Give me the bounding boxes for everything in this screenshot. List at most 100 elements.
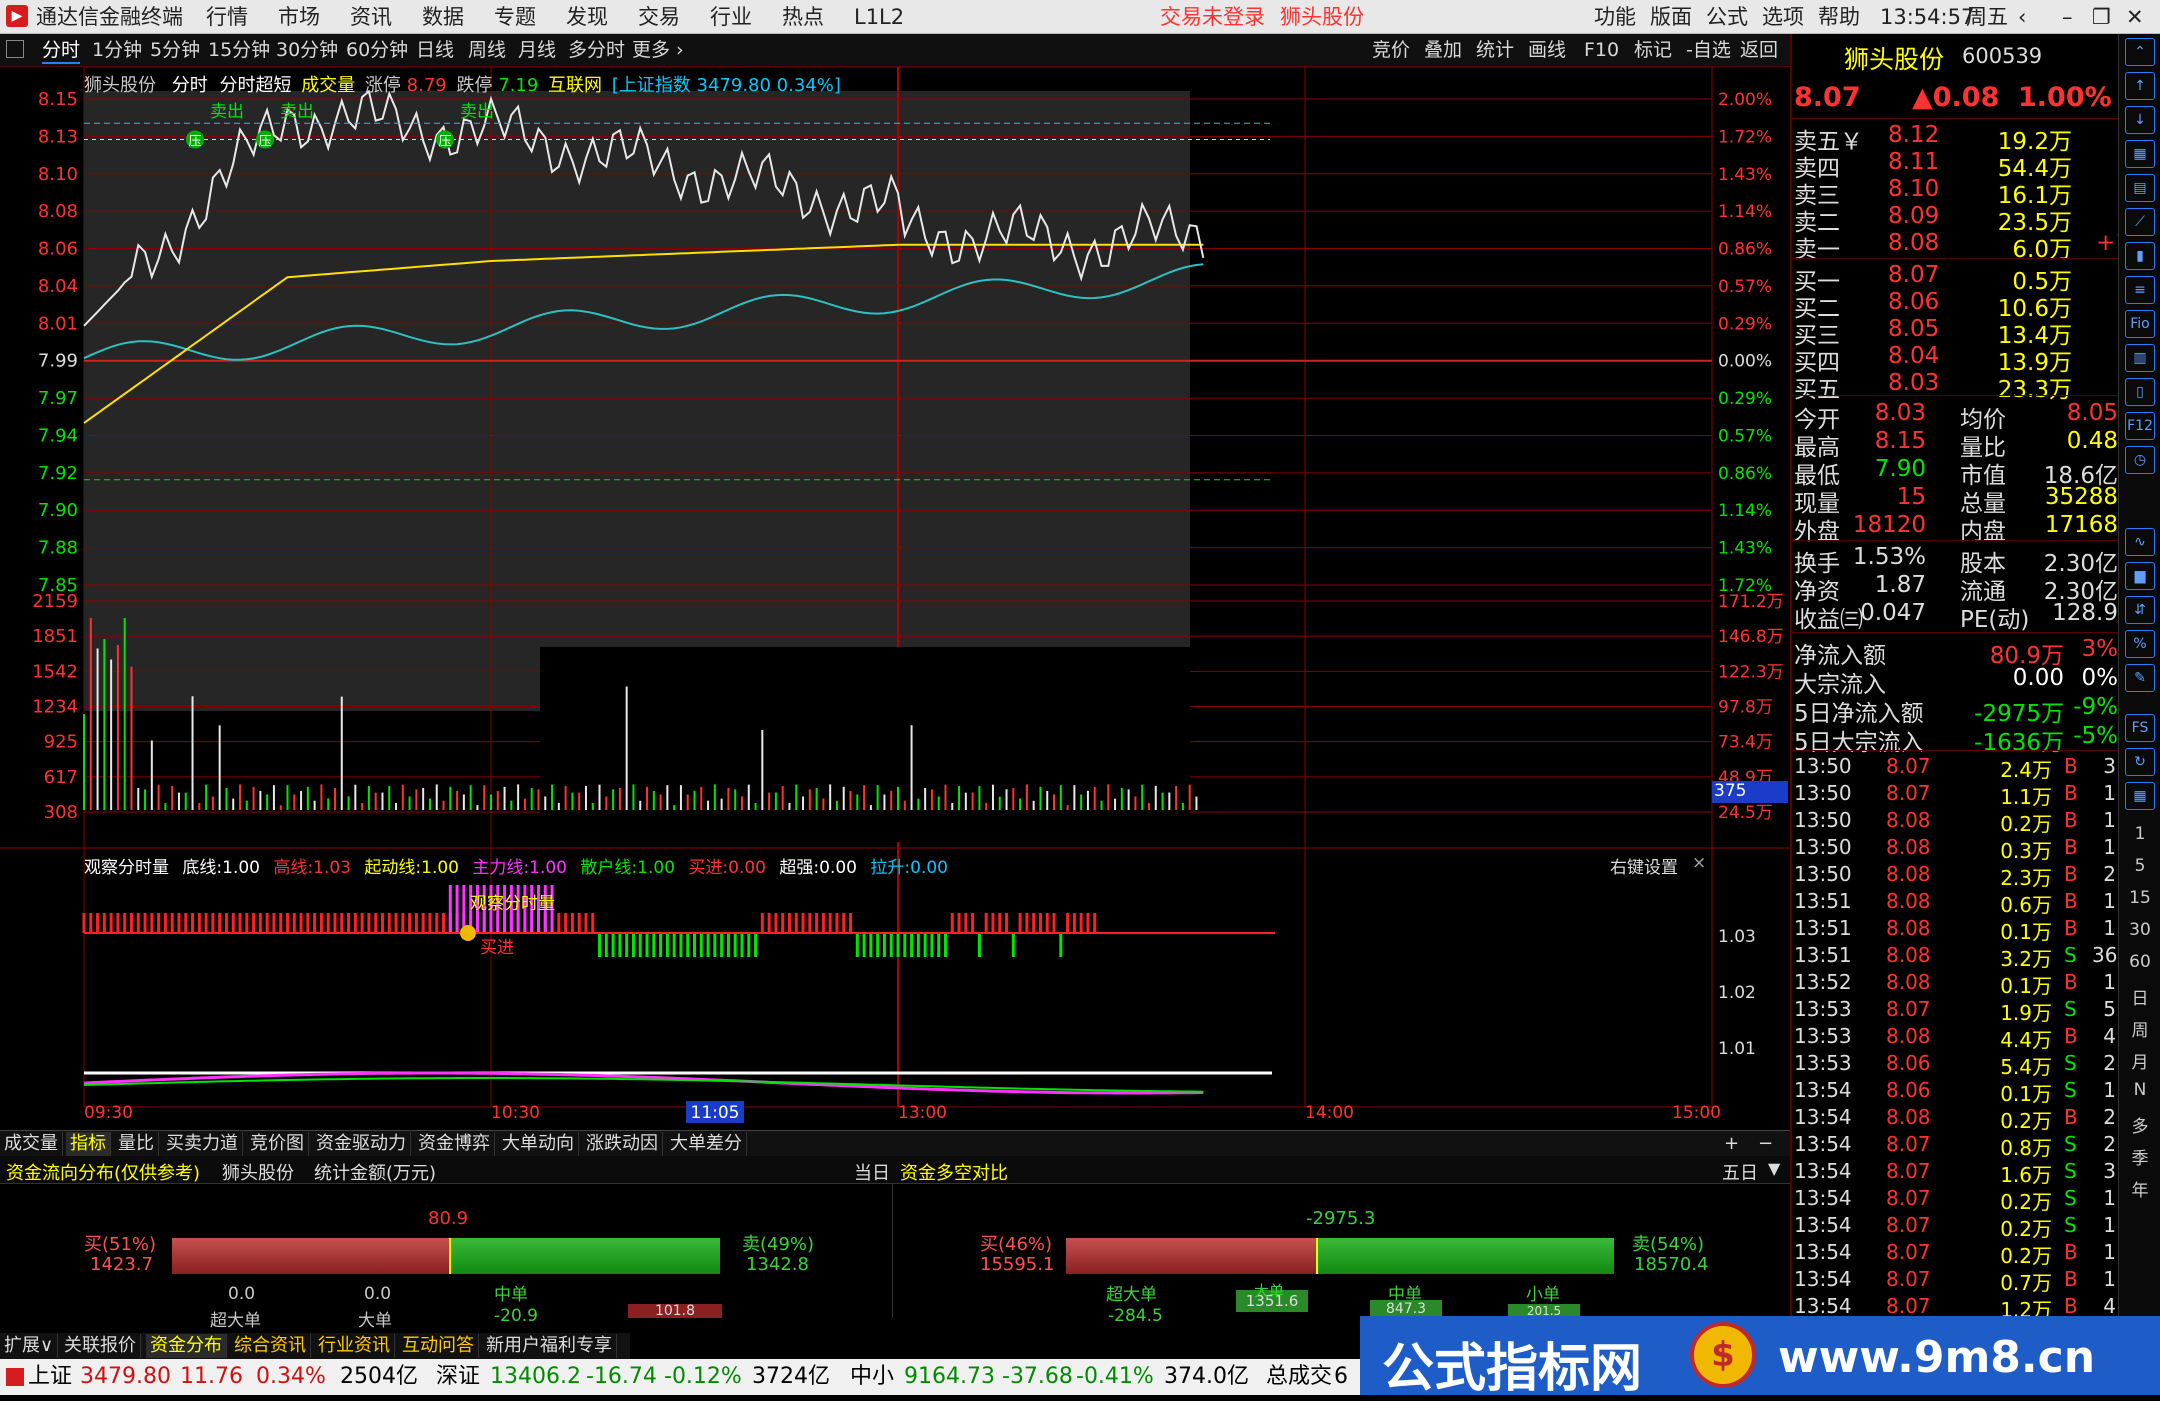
- mode-fenshi[interactable]: 分时: [172, 75, 208, 96]
- menu-l1l2[interactable]: L1L2: [854, 3, 904, 31]
- index-overlay[interactable]: [上证指数 3479.80 0.34%]: [612, 75, 841, 96]
- period-30[interactable]: 30: [2119, 920, 2160, 940]
- mode-chaoduan[interactable]: 分时超短: [219, 75, 291, 96]
- indicator-settings[interactable]: 右键设置: [1610, 853, 1678, 878]
- doc-icon[interactable]: ▯: [2125, 378, 2155, 406]
- tool-tongji[interactable]: 统计: [1476, 38, 1514, 62]
- indicator-close-icon[interactable]: ×: [1692, 853, 1706, 873]
- tab-maimailidao[interactable]: 买卖力道: [162, 1132, 243, 1156]
- period-multi[interactable]: 多分时: [568, 38, 625, 62]
- period-15[interactable]: 15: [2119, 888, 2160, 908]
- minimize-icon[interactable]: –: [2062, 3, 2073, 31]
- trade-login-alert[interactable]: 交易未登录: [1160, 3, 1265, 31]
- menu-banmian[interactable]: 版面: [1650, 3, 1692, 31]
- tab-xinyonghu[interactable]: 新用户福利专享: [482, 1334, 617, 1358]
- zoom-out-icon[interactable]: −: [1754, 1132, 1777, 1156]
- pen-icon[interactable]: ✎: [2125, 664, 2155, 692]
- tab-guanlianbaojia[interactable]: 关联报价: [60, 1334, 141, 1358]
- menu-gongneng[interactable]: 功能: [1594, 3, 1636, 31]
- indicator-name[interactable]: 观察分时量: [84, 858, 169, 878]
- tool-huaxian[interactable]: 画线: [1528, 38, 1566, 62]
- tab-liangbi[interactable]: 量比: [114, 1132, 159, 1156]
- concept-label[interactable]: 互联网: [548, 75, 602, 96]
- tab-zhangdiedongyin[interactable]: 涨跌动因: [582, 1132, 663, 1156]
- menu-zixun[interactable]: 资讯: [350, 3, 392, 31]
- more-chevron-icon[interactable]: ›: [676, 38, 684, 62]
- fio-icon[interactable]: Fio: [2125, 310, 2155, 338]
- menu-zhuanti[interactable]: 专题: [494, 3, 536, 31]
- wave-icon[interactable]: ∿: [2125, 528, 2155, 556]
- tab-hangyezixun[interactable]: 行业资讯: [314, 1334, 395, 1358]
- intraday-chart[interactable]: 8.15 2.00% 8.13 1.72% 8.10 1.43% 8.08 1.14% 8.06…: [0, 67, 1790, 1152]
- menu-gongshi[interactable]: 公式: [1706, 3, 1748, 31]
- period-day-side[interactable]: 日: [2119, 984, 2160, 1009]
- tab-dadanchafen[interactable]: 大单差分: [666, 1132, 747, 1156]
- kline-icon[interactable]: ▮: [2125, 242, 2155, 270]
- small-grid-icon[interactable]: ▦: [2125, 782, 2155, 810]
- fs-icon[interactable]: FS: [2125, 714, 2155, 742]
- period-30min[interactable]: 30分钟: [276, 38, 338, 62]
- period-week[interactable]: 周线: [468, 38, 506, 62]
- tab-zijinfenbu[interactable]: 资金分布: [146, 1334, 227, 1358]
- percent-icon[interactable]: %: [2125, 630, 2155, 658]
- period-week-side[interactable]: 周: [2119, 1016, 2160, 1041]
- period-season-side[interactable]: 季: [2119, 1144, 2160, 1169]
- refresh-icon[interactable]: ↻: [2125, 748, 2155, 776]
- close-icon[interactable]: ✕: [2126, 3, 2144, 31]
- tool-jingjia[interactable]: 竞价: [1372, 38, 1410, 62]
- f12-icon[interactable]: F12: [2125, 412, 2155, 440]
- grid-icon[interactable]: ▤: [2125, 174, 2155, 202]
- tool-f10[interactable]: F10: [1584, 38, 1619, 62]
- tool-biaoji[interactable]: 标记: [1634, 38, 1672, 62]
- tab-kuozhan[interactable]: 扩展∨: [0, 1334, 59, 1358]
- menu-shuju[interactable]: 数据: [422, 3, 464, 31]
- period-1[interactable]: 1: [2119, 824, 2160, 844]
- menu-shichang[interactable]: 市场: [278, 3, 320, 31]
- period-5[interactable]: 5: [2119, 856, 2160, 876]
- period-day[interactable]: 日线: [416, 38, 454, 62]
- menu-faxian[interactable]: 发现: [566, 3, 608, 31]
- menu-xuanxiang[interactable]: 选项: [1762, 3, 1804, 31]
- tab-zijinqudongli[interactable]: 资金驱动力: [312, 1132, 411, 1156]
- menu-redian[interactable]: 热点: [782, 3, 824, 31]
- tool-diejia[interactable]: 叠加: [1424, 38, 1462, 62]
- table-icon[interactable]: ▥: [2125, 344, 2155, 372]
- tab-hudongwenda[interactable]: 互动问答: [398, 1334, 479, 1358]
- tab-zonghezixun[interactable]: 综合资讯: [230, 1334, 311, 1358]
- period-multi-side[interactable]: 多: [2119, 1112, 2160, 1137]
- arrow-down-icon[interactable]: ↓: [2125, 106, 2155, 134]
- period-year-side[interactable]: 年: [2119, 1176, 2160, 1201]
- menu-jiaoyi[interactable]: 交易: [638, 3, 680, 31]
- menu-bangzhu[interactable]: 帮助: [1818, 3, 1860, 31]
- period-month-side[interactable]: 月: [2119, 1048, 2160, 1073]
- bars-icon[interactable]: ▆: [2125, 562, 2155, 590]
- tab-zhibiao[interactable]: 指标: [66, 1132, 111, 1156]
- idx-zx-name[interactable]: 中小: [850, 1363, 894, 1391]
- period-month[interactable]: 月线: [518, 38, 556, 62]
- period-1min[interactable]: 1分钟: [92, 38, 142, 62]
- period-n-side[interactable]: N: [2119, 1080, 2160, 1100]
- tool-fanhui[interactable]: 返回: [1740, 38, 1778, 62]
- tab-jingjiatu[interactable]: 竞价图: [246, 1132, 309, 1156]
- idx-sz-name[interactable]: 深证: [436, 1363, 480, 1391]
- zoom-in-icon[interactable]: +: [1720, 1132, 1743, 1156]
- tab-dadandongxiang[interactable]: 大单动向: [498, 1132, 579, 1156]
- period-60min[interactable]: 60分钟: [346, 38, 408, 62]
- stock-name-alert[interactable]: 狮头股份: [1280, 3, 1364, 31]
- period-60[interactable]: 60: [2119, 952, 2160, 972]
- tab-zijinboyi[interactable]: 资金博弈: [414, 1132, 495, 1156]
- menu-hangqing[interactable]: 行情: [206, 3, 248, 31]
- arrow-up-icon[interactable]: ↑: [2125, 72, 2155, 100]
- period-more[interactable]: 更多: [632, 38, 670, 62]
- back-icon[interactable]: ‹: [2018, 3, 2026, 31]
- menu-hangye[interactable]: 行业: [710, 3, 752, 31]
- period-15min[interactable]: 15分钟: [208, 38, 270, 62]
- fund-flow-period[interactable]: 当日: [854, 1159, 890, 1185]
- tool-zixuan[interactable]: -自选: [1686, 38, 1731, 62]
- tab-chengjiaoliang[interactable]: 成交量: [0, 1132, 63, 1156]
- maximize-icon[interactable]: ❐: [2092, 3, 2111, 31]
- up-icon[interactable]: ⌃: [2125, 38, 2155, 66]
- panel-toggle-icon[interactable]: [6, 40, 24, 58]
- period-dropdown-icon[interactable]: ▼: [1768, 1159, 1780, 1178]
- line-chart-icon[interactable]: ⟋: [2125, 208, 2155, 236]
